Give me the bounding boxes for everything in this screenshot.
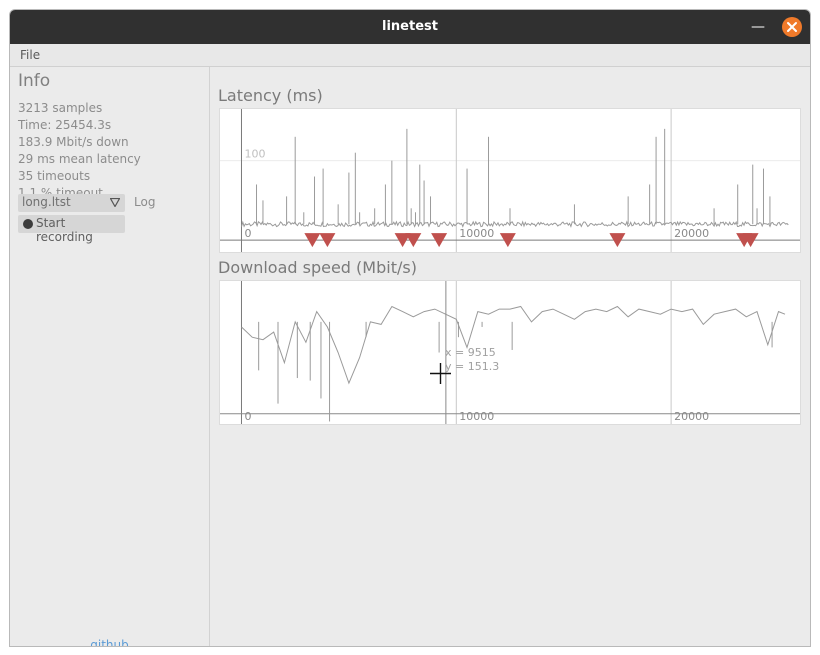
close-icon xyxy=(787,22,797,32)
log-toggle[interactable]: Log xyxy=(134,195,155,209)
stat-samples: 3213 samples xyxy=(18,101,103,115)
crosshair-cursor-icon xyxy=(430,363,451,384)
x-tick-label: 20000 xyxy=(674,227,709,240)
latency-title: Latency (ms) xyxy=(218,86,323,105)
file-select[interactable]: long.ltst xyxy=(18,194,125,212)
cursor-readout-x: x = 9515 xyxy=(445,346,496,359)
record-icon xyxy=(23,219,33,229)
download-trace xyxy=(241,305,786,385)
app-window: linetest — File Info 3213 samples Time: … xyxy=(9,9,811,647)
close-button[interactable] xyxy=(782,17,802,37)
download-plot[interactable]: 0 10000 20000 x = 9515 y = 151.3 xyxy=(219,280,801,425)
x-tick-label: 10000 xyxy=(459,227,494,240)
window-title: linetest xyxy=(382,19,438,34)
stat-timeouts: 35 timeouts xyxy=(18,169,91,183)
start-recording-label: Start recording xyxy=(36,216,93,244)
menu-bar: File xyxy=(10,44,810,67)
cursor-readout-y: y = 151.3 xyxy=(445,360,500,373)
download-title: Download speed (Mbit/s) xyxy=(218,258,417,277)
plots-area: Latency (ms) 0 10000 20000 100 Download spe… xyxy=(210,67,810,646)
minimize-icon: — xyxy=(751,19,765,35)
github-link[interactable]: github xyxy=(10,638,209,646)
title-bar: linetest — xyxy=(10,10,810,44)
info-sidebar: Info 3213 samples Time: 25454.3s 183.9 M… xyxy=(10,67,210,646)
latency-plot[interactable]: 0 10000 20000 100 xyxy=(219,108,801,253)
download-chart: 0 10000 20000 xyxy=(220,281,800,424)
info-title: Info xyxy=(18,71,51,91)
y-tick-label: 100 xyxy=(244,148,265,161)
stat-download: 183.9 Mbit/s down xyxy=(18,135,129,149)
minimize-button[interactable]: — xyxy=(750,18,766,36)
x-tick-label: 0 xyxy=(244,227,251,240)
latency-chart: 0 10000 20000 100 xyxy=(220,109,800,252)
menu-file[interactable]: File xyxy=(20,48,40,62)
start-recording-button[interactable]: Start recording xyxy=(18,215,125,244)
stat-time: Time: 25454.3s xyxy=(18,118,112,132)
file-select-value: long.ltst xyxy=(22,195,71,209)
x-tick-label: 10000 xyxy=(459,410,494,423)
x-tick-label: 0 xyxy=(244,410,251,423)
x-tick-label: 20000 xyxy=(674,410,709,423)
stat-latency: 29 ms mean latency xyxy=(18,152,141,166)
chevron-down-icon xyxy=(110,198,120,207)
